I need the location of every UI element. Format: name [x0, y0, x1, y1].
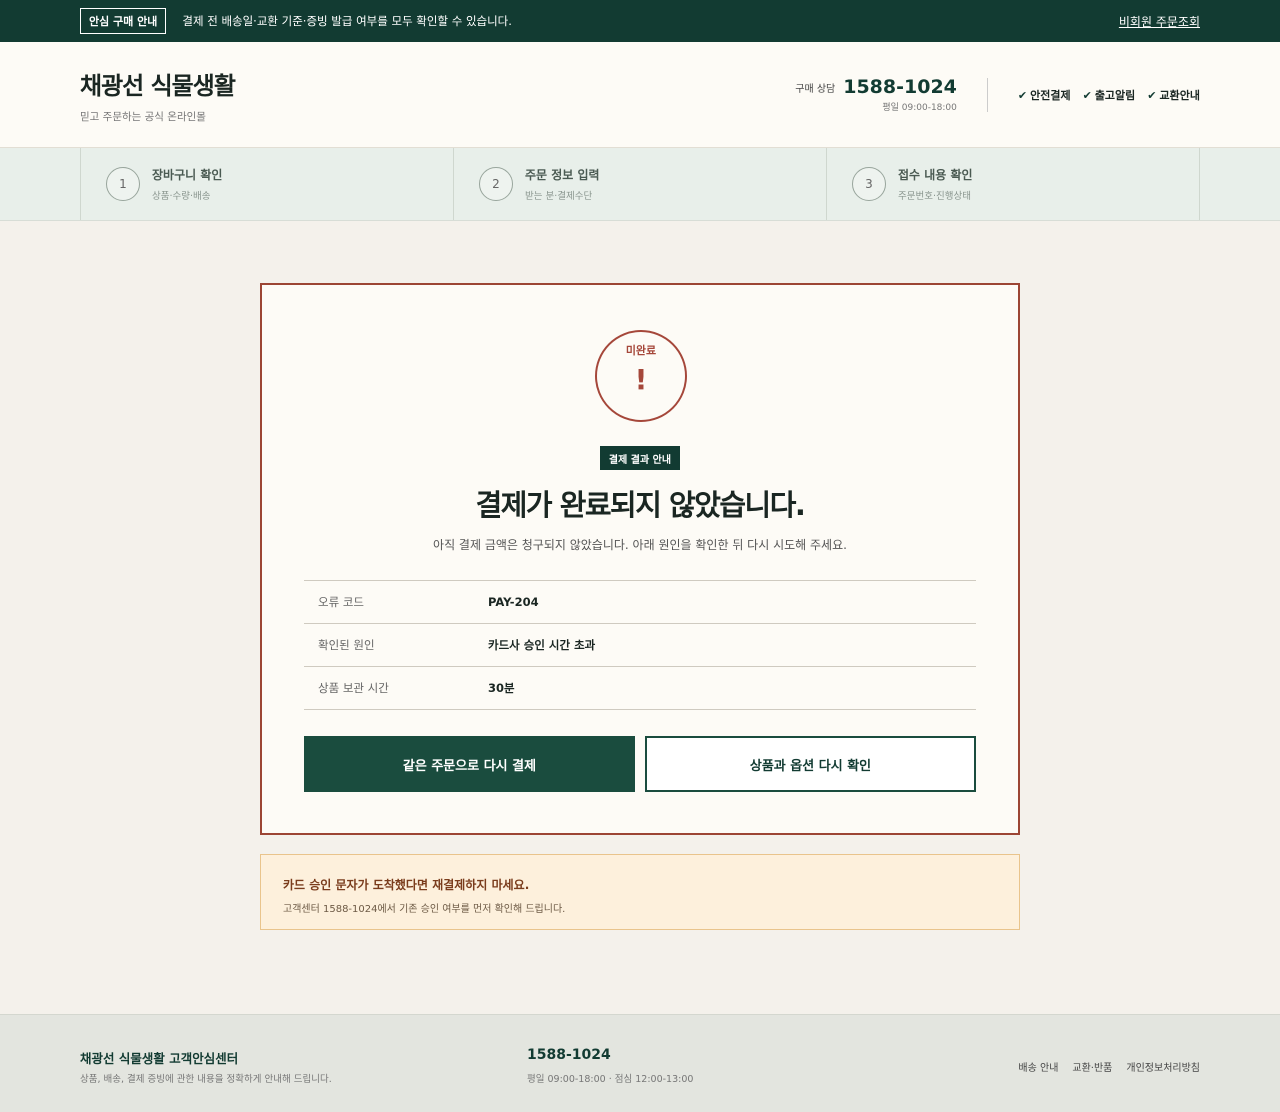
error-details-table: 오류 코드 PAY-204 확인된 원인 카드사 승인 시간 초과 상품 보관 … [304, 580, 976, 710]
notice-body: 고객센터 1588-1024에서 기존 승인 여부를 먼저 확인해 드립니다. [283, 904, 566, 915]
payment-result-card: 미완료 ! 결제 결과 안내 결제가 완료되지 않았습니다. 아직 결제 금액은… [260, 283, 1020, 835]
contact-hours: 평일 09:00-18:00 [882, 103, 957, 113]
step-number: 2 [479, 167, 513, 201]
check-icon: ✔ [1017, 88, 1028, 102]
assurance-list: ✔ 안전결제 ✔ 출고알림 ✔ 교환안내 [1018, 87, 1200, 103]
footer-phone: 1588-1024 [527, 1047, 611, 1063]
warning-icon: ! [634, 363, 648, 396]
site-header: 채광선 식물생활 믿고 주문하는 공식 온라인몰 구매 상담 1588-1024… [0, 42, 1280, 148]
result-description: 아직 결제 금액은 청구되지 않았습니다. 아래 원인을 확인한 뒤 다시 시도… [433, 538, 847, 552]
step-cart: 1 장바구니 확인 상품·수량·배송 [80, 148, 453, 220]
step-desc: 상품·수량·배송 [152, 191, 211, 202]
site-footer: 채광선 식물생활 고객안심센터 상품, 배송, 결제 증빙에 관한 내용을 정확… [0, 1014, 1280, 1112]
detail-value: 30분 [488, 681, 515, 695]
page-title: 결제가 완료되지 않았습니다. [475, 488, 806, 522]
purchase-contact: 구매 상담 1588-1024 평일 09:00-18:00 [795, 76, 957, 113]
detail-label: 오류 코드 [318, 595, 364, 609]
step-desc: 주문번호·진행상태 [898, 191, 971, 202]
assurance-item: ✔ 출고알림 [1082, 88, 1136, 102]
detail-value: 카드사 승인 시간 초과 [488, 638, 596, 652]
incomplete-status-badge: 미완료 ! [595, 330, 687, 422]
step-title: 장바구니 확인 [152, 168, 223, 182]
brand-block: 채광선 식물생활 믿고 주문하는 공식 온라인몰 [80, 66, 236, 124]
footer-link-returns[interactable]: 교환·반품 [1072, 1059, 1112, 1074]
step-number: 1 [106, 167, 140, 201]
check-icon: ✔ [1082, 88, 1092, 102]
contact-label: 구매 상담 [795, 84, 836, 95]
review-options-button[interactable]: 상품과 옵션 다시 확인 [645, 736, 976, 792]
guest-order-lookup-link[interactable]: 비회원 주문조회 [1119, 13, 1200, 30]
top-announcement-bar: 안심 구매 안내 결제 전 배송일·교환 기준·증빙 발급 여부를 모두 확인할… [0, 0, 1280, 42]
step-number: 3 [852, 167, 886, 201]
step-desc: 받는 분·결제수단 [525, 191, 593, 202]
footer-link-privacy[interactable]: 개인정보처리방침 [1126, 1059, 1200, 1074]
header-divider [986, 77, 988, 112]
assurance-item: ✔ 교환안내 [1147, 88, 1200, 102]
check-icon: ✔ [1147, 88, 1157, 102]
footer-link-shipping[interactable]: 배송 안내 [1018, 1059, 1058, 1074]
notice-box: 카드 승인 문자가 도착했다면 재결제하지 마세요. 고객센터 1588-102… [260, 854, 1020, 930]
step-title: 주문 정보 입력 [525, 168, 600, 182]
result-tag: 결제 결과 안내 [600, 446, 680, 470]
retry-payment-button[interactable]: 같은 주문으로 다시 결제 [304, 736, 635, 792]
announcement-text: 결제 전 배송일·교환 기준·증빙 발급 여부를 모두 확인할 수 있습니다. [182, 14, 512, 28]
footer-description: 상품, 배송, 결제 증빙에 관한 내용을 정확하게 안내해 드립니다. [80, 1074, 332, 1085]
detail-label: 확인된 원인 [318, 638, 375, 652]
footer-center-name: 채광선 식물생활 고객안심센터 [80, 1051, 239, 1066]
brand-tagline: 믿고 주문하는 공식 온라인몰 [80, 110, 206, 123]
contact-number: 1588-1024 [843, 76, 957, 98]
step-confirm: 3 접수 내용 확인 주문번호·진행상태 [826, 148, 1200, 220]
footer-hours: 평일 09:00-18:00 · 점심 12:00-13:00 [527, 1074, 694, 1085]
notice-title: 카드 승인 문자가 도착했다면 재결제하지 마세요. [283, 878, 530, 892]
brand-logo-text[interactable]: 채광선 식물생활 [80, 66, 236, 101]
step-title: 접수 내용 확인 [898, 168, 973, 182]
safe-purchase-chip: 안심 구매 안내 [80, 8, 167, 34]
footer-links: 배송 안내 교환·반품 개인정보처리방침 [1018, 1059, 1200, 1074]
detail-row: 확인된 원인 카드사 승인 시간 초과 [304, 624, 976, 667]
detail-row: 상품 보관 시간 30분 [304, 667, 976, 710]
status-label: 미완료 [625, 344, 657, 357]
detail-row: 오류 코드 PAY-204 [304, 581, 976, 624]
detail-value: PAY-204 [488, 595, 539, 609]
checkout-steps: 1 장바구니 확인 상품·수량·배송 2 주문 정보 입력 받는 분·결제수단 … [0, 148, 1280, 221]
assurance-item: ✔ 안전결제 [1017, 88, 1071, 102]
detail-label: 상품 보관 시간 [318, 681, 389, 695]
step-order-info: 2 주문 정보 입력 받는 분·결제수단 [453, 148, 826, 220]
